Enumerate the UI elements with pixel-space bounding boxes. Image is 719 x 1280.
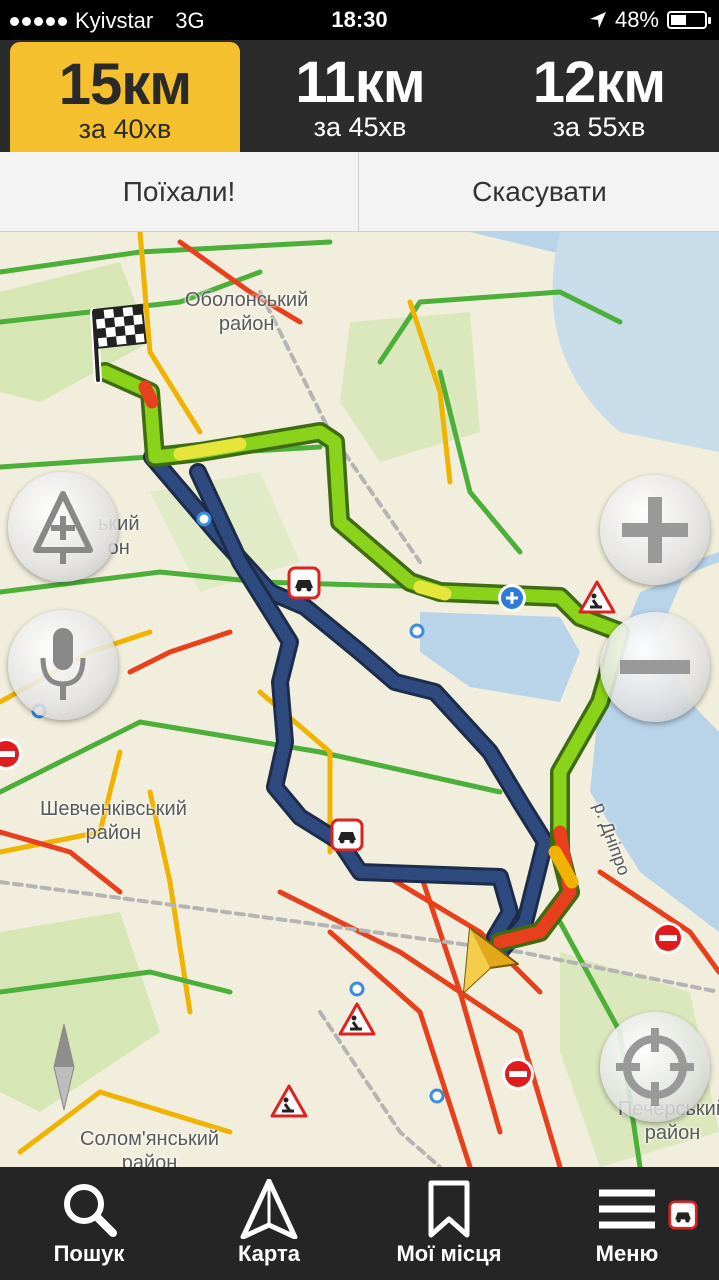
route-duration: за 45хв [313,112,407,142]
route-distance: 12км [532,50,666,115]
voice-input-icon [40,628,86,700]
map-icon [240,1179,298,1239]
route-distance: 15км [58,52,192,117]
road-works-icon[interactable] [578,580,616,614]
battery-percent: 48% [614,7,659,32]
no-entry-icon[interactable] [500,1056,536,1092]
metro-station-icon [429,1088,445,1104]
tab-my-places[interactable]: Мої місця [384,1167,514,1280]
metro-station-icon [349,981,365,997]
map-view[interactable]: Оболонський район Шевченківський район Сол… [0,232,719,1167]
zoom-in-button[interactable] [600,475,710,585]
zoom-in-icon [622,497,688,563]
zoom-out-button[interactable] [600,612,710,722]
battery-icon [667,11,711,29]
tab-search-label: Пошук [53,1241,125,1266]
traffic-layer-icon[interactable] [668,1200,698,1230]
locate-me-icon [616,1028,694,1106]
district-label-obolonskyi: Оболонський район [185,289,309,335]
river-channel [552,232,719,452]
district-label-solomianskyi: Солом'янський район [80,1128,220,1167]
route-distance: 11км [295,50,425,115]
district-label-shevchenkivskyi: Шевченківський район [40,798,187,844]
battery-fill [671,15,686,25]
route-options: 15км за 40хв 11км за 45хв 12км за 55хв [0,40,719,152]
tab-my-places-label: Мої місця [396,1241,502,1266]
tab-map[interactable]: Карта [204,1167,334,1280]
user-location-arrow-icon [463,927,519,993]
zoom-out-icon [620,660,690,674]
route-option-3[interactable]: 12км за 55хв [479,40,719,152]
location-services-icon [589,12,606,28]
accident-icon[interactable] [330,818,364,852]
route-duration: за 55хв [552,112,646,142]
route-option-2[interactable]: 11км за 45хв [240,40,480,152]
voice-input-button[interactable] [8,610,118,720]
metro-station-icon [409,623,425,639]
selected-route-congested [413,580,452,601]
compass-icon[interactable] [42,1022,86,1112]
metro-station-icon [196,511,212,527]
status-right: 48% [589,7,711,33]
tab-search[interactable]: Пошук [24,1167,154,1280]
add-road-event-icon [33,491,93,564]
no-entry-icon[interactable] [650,920,686,956]
route-duration: за 40хв [78,114,172,144]
road-works-icon[interactable] [338,1002,376,1036]
selected-route-congested [138,380,159,409]
via-point-icon[interactable] [496,582,528,614]
bottom-toolbar: Пошук Карта Мої місця Меню [0,1167,719,1280]
route-option-1[interactable]: 15км за 40хв [10,42,240,152]
accident-icon[interactable] [287,566,321,600]
no-entry-icon[interactable] [0,736,24,772]
route-actions: Поїхали! Скасувати [0,152,719,232]
tab-map-label: Карта [237,1241,301,1266]
status-bar: Kyivstar 3G 18:30 48% [0,0,719,40]
road-works-icon[interactable] [270,1084,308,1118]
tab-menu-label: Меню [595,1241,659,1266]
finish-flag-icon [90,304,147,384]
locate-me-button[interactable] [600,1012,710,1122]
add-road-event-button[interactable] [8,472,118,582]
menu-icon [599,1189,655,1229]
search-icon [64,1184,117,1237]
start-navigation-button[interactable]: Поїхали! [0,152,359,232]
cancel-route-button[interactable]: Скасувати [360,152,719,232]
bookmark-icon [428,1180,470,1238]
